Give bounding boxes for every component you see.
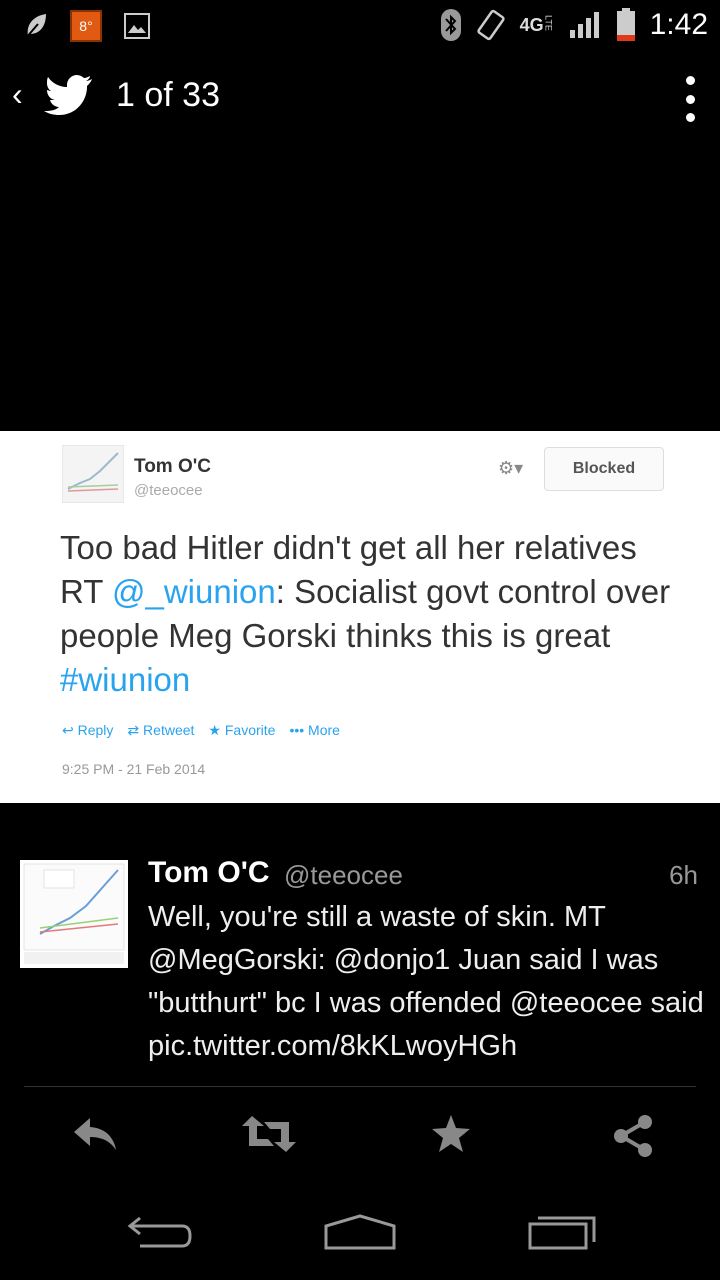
tweet-avatar[interactable]: [20, 860, 128, 968]
embedded-author-name: Tom O'C: [134, 456, 211, 477]
embedded-favorite: ★ Favorite: [208, 722, 276, 738]
network-type: 4G: [519, 14, 544, 35]
network-subtype: LTE: [543, 14, 554, 31]
nav-home-icon[interactable]: [322, 1212, 398, 1252]
nav-back-icon[interactable]: [126, 1212, 194, 1252]
screen: 8° 4G LTE 1:42 ‹ 1 of 33 Tom O'C @teeoce…: [0, 0, 720, 1280]
embedded-tweet-text: Too bad Hitler didn't get all her relati…: [60, 529, 671, 698]
embedded-hashtag: #wiunion: [60, 661, 191, 698]
tweet-timestamp: 6h: [669, 860, 698, 890]
gallery-icon: [124, 13, 150, 39]
embedded-tweet-actions: ↩ Reply ⇄ Retweet ★ Favorite ••• More: [62, 722, 340, 739]
embedded-author-handle: @teeocee: [134, 482, 203, 499]
embedded-blocked-button: Blocked: [544, 447, 664, 491]
navigation-bar: [0, 1190, 720, 1280]
embedded-gear-icon: ⚙▾: [498, 458, 524, 478]
temperature-text: 8°: [79, 18, 93, 34]
tweet-text[interactable]: Well, you're still a waste of skin. MT @…: [148, 896, 708, 1068]
favorite-star-icon[interactable]: [430, 1114, 472, 1154]
back-chevron-icon[interactable]: ‹: [12, 76, 23, 113]
leaf-icon: [25, 14, 46, 39]
system-icons: 4G LTE 1:42: [440, 8, 708, 42]
tweet-author-name[interactable]: Tom O'C: [148, 856, 270, 890]
status-bar: 8° 4G LTE 1:42: [0, 0, 720, 50]
overflow-menu-icon[interactable]: [684, 76, 696, 122]
signal-icon: [569, 12, 599, 38]
pager-text: 1 of 33: [116, 76, 220, 114]
embedded-reply: ↩ Reply: [62, 722, 114, 738]
embedded-tweet-date: 9:25 PM - 21 Feb 2014: [62, 761, 206, 777]
rotation-icon: [476, 9, 505, 41]
weather-badge: 8°: [70, 10, 102, 42]
reply-icon[interactable]: [72, 1114, 118, 1154]
clock: 1:42: [649, 8, 708, 41]
share-icon[interactable]: [612, 1114, 654, 1158]
battery-icon: [616, 8, 635, 41]
twitter-bird-icon[interactable]: [44, 74, 94, 116]
embedded-more: ••• More: [289, 722, 340, 738]
nav-recents-icon[interactable]: [526, 1212, 598, 1252]
divider: [24, 1086, 696, 1087]
tweet-action-bar: [0, 1108, 720, 1168]
notification-icons: 8°: [24, 10, 150, 42]
action-bar: ‹ 1 of 33: [0, 62, 720, 134]
embedded-retweet: ⇄ Retweet: [127, 722, 195, 738]
embedded-mention: @_wiunion: [111, 573, 276, 610]
retweet-icon[interactable]: [242, 1114, 296, 1154]
embedded-avatar-chart-icon: [62, 445, 124, 503]
bluetooth-icon: [440, 9, 461, 41]
tweet-author-handle[interactable]: @teeocee: [284, 860, 403, 891]
